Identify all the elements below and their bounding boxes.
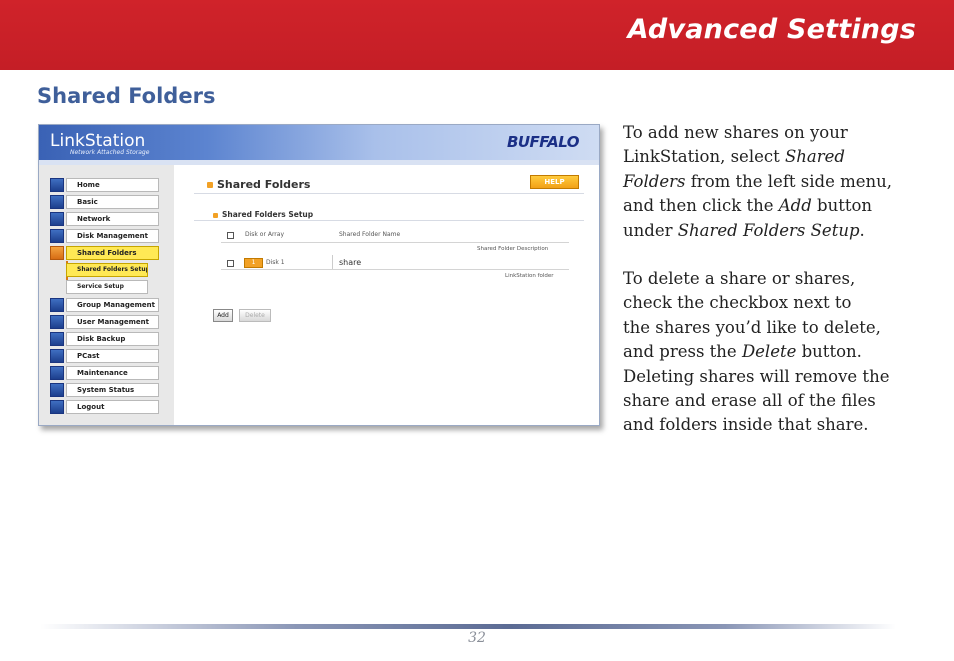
sidebar-item-maintenance[interactable]: Maintenance [50, 366, 159, 380]
home-icon [50, 178, 64, 192]
text-line: To delete a share or shares, [623, 269, 856, 288]
sidebar-item-basic[interactable]: Basic [50, 195, 159, 209]
row-share-name: share [339, 258, 362, 267]
text-line: the shares you’d like to delete, [623, 317, 881, 337]
sidebar-item-label: Basic [66, 195, 159, 209]
text-line: and then click the [623, 196, 779, 216]
column-header-description: Shared Folder Description [477, 246, 549, 252]
text-line: from the left side menu, [685, 171, 893, 191]
divider [221, 269, 569, 270]
text-line: and press the [623, 342, 742, 362]
emphasis: Shared Folders Setup [677, 220, 860, 240]
text-line: check the checkbox next to [623, 293, 852, 313]
emphasis: Folders [623, 171, 686, 191]
sidebar-subitem-service-setup[interactable]: Service Setup [66, 280, 148, 294]
screenshot-header: LinkStation Network Attached Storage BUF… [39, 125, 599, 160]
setup-title-text: Shared Folders Setup [222, 210, 314, 219]
sidebar-item-label: Home [66, 178, 159, 192]
text-line: Deleting shares will remove the [623, 366, 890, 386]
text-line: under [623, 220, 678, 240]
setup-title: Shared Folders Setup [213, 210, 313, 219]
divider [194, 193, 584, 194]
text-line: . [859, 220, 865, 240]
sidebar-item-group-management[interactable]: Group Management [50, 298, 159, 312]
add-button[interactable]: Add [213, 309, 233, 322]
sidebar-item-pcast[interactable]: PCast [50, 349, 159, 363]
bullet-icon [213, 212, 218, 218]
sidebar-item-logout[interactable]: Logout [50, 400, 159, 414]
sidebar-item-disk-management[interactable]: Disk Management [50, 229, 159, 243]
disk-management-icon [50, 229, 64, 243]
share-row-checkbox[interactable] [227, 260, 234, 267]
disk-backup-icon [50, 332, 64, 346]
delete-button[interactable]: Delete [239, 309, 271, 322]
buffalo-logo: BUFFALO [506, 133, 580, 151]
disk-icon: 1 [244, 258, 263, 268]
group-icon [50, 298, 64, 312]
sidebar-item-label: PCast [66, 349, 159, 363]
help-button[interactable]: HELP [530, 175, 579, 189]
sidebar: Home Basic Network Disk Management Share… [39, 165, 174, 425]
user-icon [50, 315, 64, 329]
sidebar-item-shared-folders[interactable]: Shared Folders [50, 246, 159, 260]
sidebar-item-label: Network [66, 212, 159, 226]
linkstation-logo-subtitle: Network Attached Storage [70, 149, 150, 156]
sidebar-item-user-management[interactable]: User Management [50, 315, 159, 329]
row-disk: Disk 1 [266, 259, 285, 266]
pcast-icon [50, 349, 64, 363]
text-line: share and erase all of the files [623, 391, 876, 411]
sidebar-item-label: Group Management [66, 298, 159, 312]
text-line: LinkStation, select [623, 147, 785, 167]
footer-divider [40, 624, 896, 629]
header-banner: Advanced Settings [0, 0, 954, 70]
row-description: LinkStation folder [505, 273, 554, 279]
text-line: button [811, 196, 873, 216]
sidebar-item-system-status[interactable]: System Status [50, 383, 159, 397]
maintenance-icon [50, 366, 64, 380]
emphasis: Add [778, 196, 812, 216]
text-line: button. [796, 342, 862, 362]
column-header-disk: Disk or Array [245, 231, 284, 238]
column-header-name: Shared Folder Name [339, 231, 401, 238]
page-number: 32 [468, 630, 486, 646]
system-status-icon [50, 383, 64, 397]
sidebar-item-label: Maintenance [66, 366, 159, 380]
sidebar-subitem-shared-folders-setup[interactable]: Shared Folders Setup [66, 263, 148, 277]
sidebar-item-home[interactable]: Home [50, 178, 159, 192]
sidebar-item-label: User Management [66, 315, 159, 329]
page-title: Advanced Settings [627, 14, 916, 45]
network-icon [50, 212, 64, 226]
logout-icon [50, 400, 64, 414]
panel-title-text: Shared Folders [217, 178, 311, 191]
sidebar-item-label: Disk Management [66, 229, 159, 243]
emphasis: Delete [741, 342, 797, 362]
paragraph-delete-shares: To delete a share or shares, check the c… [623, 267, 923, 438]
sidebar-item-label: System Status [66, 383, 159, 397]
section-heading: Shared Folders [37, 84, 216, 108]
sidebar-item-label: Disk Backup [66, 332, 159, 346]
text-line: To add new shares on your [623, 123, 848, 142]
shared-folders-icon [50, 246, 64, 260]
divider [332, 255, 333, 269]
text-line: and folders inside that share. [623, 415, 869, 435]
linkstation-screenshot: LinkStation Network Attached Storage BUF… [38, 124, 600, 426]
sidebar-item-network[interactable]: Network [50, 212, 159, 226]
divider [194, 220, 584, 221]
divider [221, 242, 569, 243]
panel-title: Shared Folders [207, 178, 310, 191]
sidebar-item-label: Logout [66, 400, 159, 414]
bullet-icon [207, 182, 213, 188]
emphasis: Shared [784, 147, 845, 167]
paragraph-add-shares: To add new shares on your LinkStation, s… [623, 121, 923, 243]
linkstation-logo: LinkStation [50, 131, 146, 151]
sidebar-item-disk-backup[interactable]: Disk Backup [50, 332, 159, 346]
basic-settings-icon [50, 195, 64, 209]
select-all-checkbox[interactable] [227, 232, 234, 239]
sidebar-item-label: Shared Folders [66, 246, 159, 260]
